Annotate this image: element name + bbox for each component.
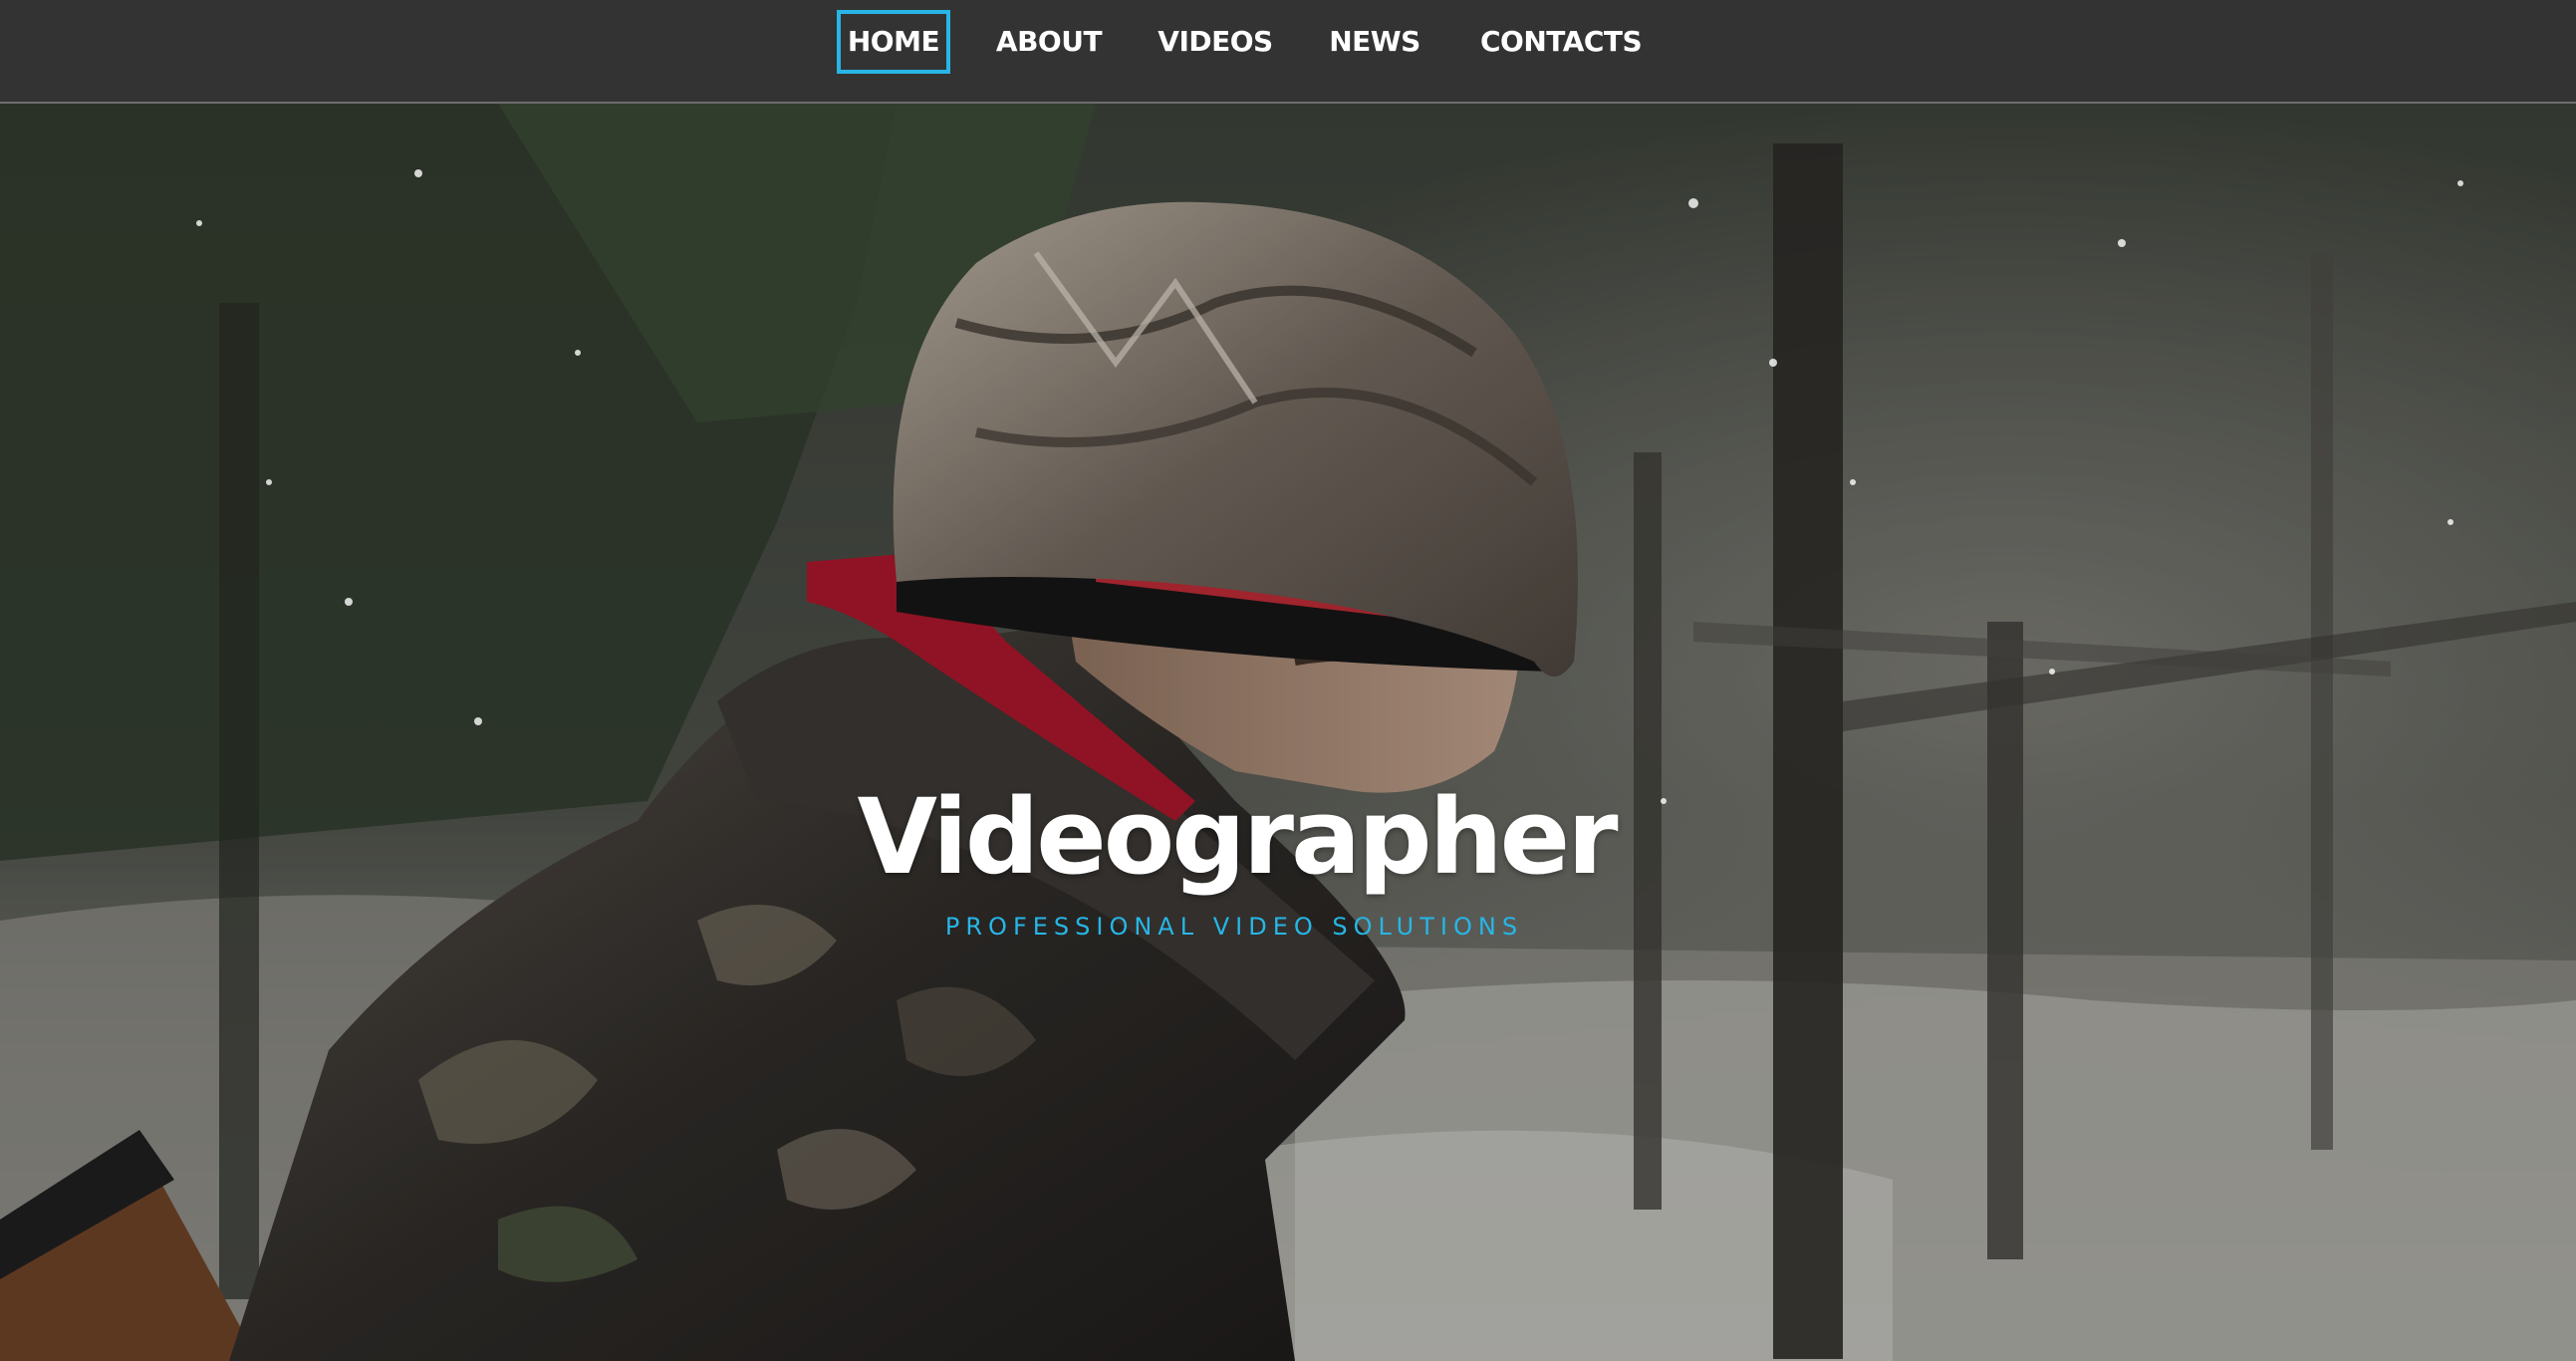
- hero-background-image: [0, 104, 2576, 1361]
- nav-item-about[interactable]: ABOUT: [992, 10, 1106, 74]
- hero-title: Videographer: [857, 776, 1619, 898]
- hero-subtitle: PROFESSIONAL VIDEO SOLUTIONS: [944, 913, 1524, 941]
- hero-section: Videographer PROFESSIONAL VIDEO SOLUTION…: [0, 104, 2576, 1361]
- nav-item-videos[interactable]: VIDEOS: [1156, 10, 1275, 74]
- main-menu: HOME ABOUT VIDEOS NEWS CONTACTS: [0, 0, 2576, 102]
- nav-item-home[interactable]: HOME: [837, 10, 950, 74]
- nav-item-news[interactable]: NEWS: [1327, 10, 1422, 74]
- nav-item-contacts[interactable]: CONTACTS: [1480, 10, 1643, 74]
- top-navbar: HOME ABOUT VIDEOS NEWS CONTACTS: [0, 0, 2576, 104]
